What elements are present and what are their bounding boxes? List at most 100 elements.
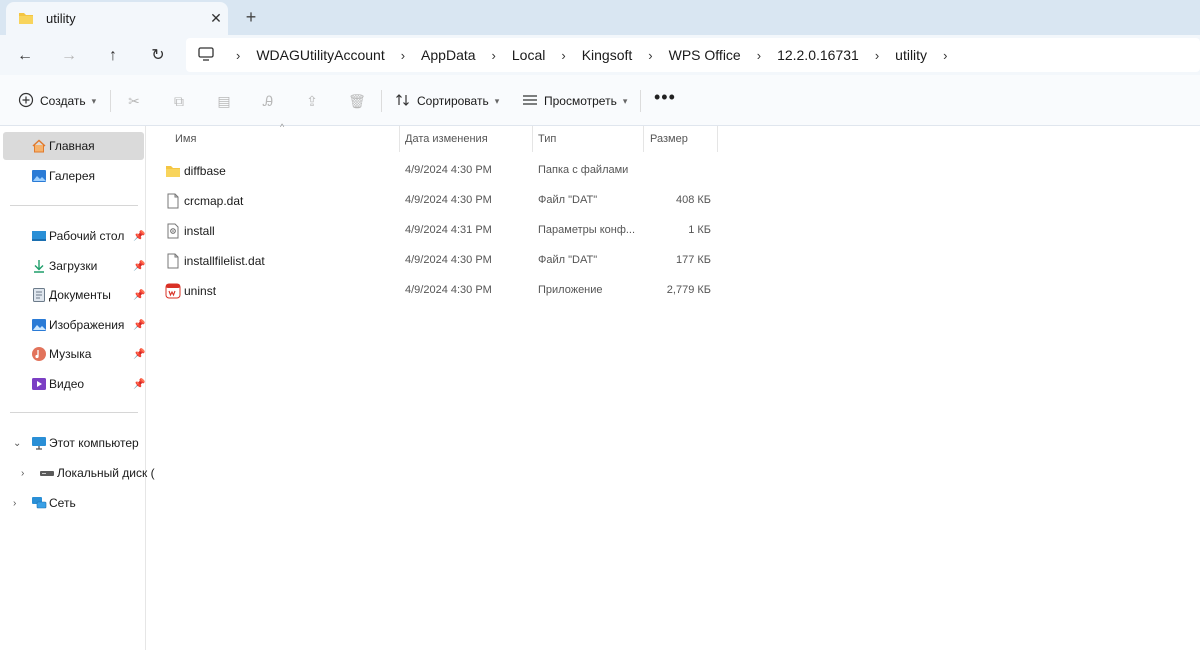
divider [381,90,382,112]
pin-icon[interactable]: 📌 [133,231,145,242]
sidebar-item-local-disk[interactable]: › Локальный диск ( [3,459,155,487]
column-header-type[interactable]: Тип [538,126,556,152]
pin-icon[interactable]: 📌 [133,290,145,301]
breadcrumb-item[interactable]: WPS Office [667,47,743,63]
cut-icon[interactable]: ✂ [122,89,146,113]
sidebar-item-label: Локальный диск ( [57,466,155,480]
file-row[interactable]: uninst 4/9/2024 4:30 PM Приложение 2,779… [163,276,718,306]
view-button[interactable]: Просмотреть ▾ [522,89,627,113]
home-icon [31,138,47,154]
breadcrumb-item[interactable]: AppData [419,47,477,63]
pictures-icon [31,317,47,333]
sidebar-item-music[interactable]: Музыка 📌 [3,340,145,368]
column-divider[interactable] [643,126,644,152]
breadcrumb-separator[interactable]: › [929,48,961,63]
chevron-right-icon[interactable]: › [13,498,16,509]
sort-ascending-icon: ^ [280,122,285,132]
copy-icon[interactable]: ⧉ [167,89,191,113]
chevron-right-icon[interactable]: › [21,468,24,479]
column-divider[interactable] [532,126,533,152]
forward-button[interactable]: → [56,43,82,69]
sidebar-item-desktop[interactable]: Рабочий стол 📌 [3,222,145,250]
chevron-down-icon: ▾ [91,95,97,106]
sidebar-item-label: Этот компьютер [49,436,139,450]
file-date: 4/9/2024 4:30 PM [405,254,492,266]
file-size: 177 КБ [675,254,711,266]
column-header-name[interactable]: Имя [175,126,196,152]
share-icon[interactable]: ⇪ [300,89,324,113]
delete-icon[interactable]: 🗑 [345,89,369,113]
file-row[interactable]: diffbase 4/9/2024 4:30 PM Папка с файлам… [163,156,718,186]
sidebar-item-gallery[interactable]: Галерея [3,162,144,190]
file-list: ^ Имя Дата изменения Тип Размер diffbase… [147,122,1200,650]
pin-icon[interactable]: 📌 [133,379,145,390]
sidebar-item-this-pc[interactable]: ⌄ Этот компьютер [3,429,144,457]
pin-icon[interactable]: 📌 [133,320,145,331]
sort-icon [395,92,411,111]
more-options-button[interactable]: ••• [654,87,676,108]
breadcrumb-separator[interactable]: › [743,48,775,63]
file-type: Папка с файлами [538,164,629,176]
column-header-date[interactable]: Дата изменения [405,126,488,152]
sidebar-item-network[interactable]: › Сеть [3,489,144,517]
breadcrumb-item[interactable]: 12.2.0.16731 [775,47,861,63]
file-row[interactable]: install 4/9/2024 4:31 PM Параметры конф.… [163,216,718,246]
breadcrumb-item[interactable]: utility [893,47,929,63]
file-date: 4/9/2024 4:30 PM [405,284,492,296]
sidebar-item-pictures[interactable]: Изображения 📌 [3,311,145,339]
folder-icon [18,11,34,28]
breadcrumb-separator[interactable]: › [547,48,579,63]
address-bar[interactable]: › WDAGUtilityAccount › AppData › Local ›… [186,38,1200,72]
tab-title: utility [46,11,76,26]
sidebar-item-label: Сеть [49,496,76,510]
network-icon [31,495,47,511]
file-row[interactable]: crcmap.dat 4/9/2024 4:30 PM Файл "DAT" 4… [163,186,718,216]
sidebar-item-documents[interactable]: Документы 📌 [3,281,145,309]
paste-icon[interactable]: ▤ [212,89,236,113]
sidebar-item-downloads[interactable]: Загрузки 📌 [3,252,145,280]
breadcrumb-item[interactable]: WDAGUtilityAccount [254,47,386,63]
file-name: crcmap.dat [184,194,244,208]
sidebar-item-videos[interactable]: Видео 📌 [3,370,145,398]
breadcrumb-separator[interactable]: › [387,48,419,63]
sidebar-item-label: Загрузки [49,259,98,273]
tab-utility[interactable]: utility ✕ [6,2,228,35]
computer-icon[interactable] [198,46,214,64]
sort-button[interactable]: Сортировать ▾ [395,89,499,113]
up-button[interactable]: ↑ [100,43,126,69]
pin-icon[interactable]: 📌 [133,349,145,360]
breadcrumb-separator[interactable]: › [634,48,666,63]
breadcrumb-item[interactable]: Local [510,47,547,63]
column-header-size[interactable]: Размер [650,126,688,152]
pin-icon[interactable]: 📌 [133,261,145,272]
chevron-down-icon: ▾ [622,95,628,106]
file-icon [165,193,181,209]
folder-icon [165,163,181,179]
sidebar-item-home[interactable]: Главная [3,132,144,160]
close-tab-icon[interactable]: ✕ [206,8,226,28]
column-divider[interactable] [717,126,718,152]
breadcrumb-separator[interactable]: › [861,48,893,63]
file-size: 408 КБ [675,194,711,206]
config-file-icon [165,223,181,239]
sidebar-item-label: Изображения [49,318,125,332]
file-row[interactable]: installfilelist.dat 4/9/2024 4:30 PM Фай… [163,246,718,276]
file-name: installfilelist.dat [184,254,265,268]
navigation-pane: Главная Галерея Рабочий стол 📌 Загрузки … [0,126,155,650]
refresh-button[interactable]: ↻ [145,43,171,69]
video-icon [31,376,47,392]
desktop-icon [31,228,47,244]
file-date: 4/9/2024 4:30 PM [405,164,492,176]
new-button[interactable]: Создать ▾ [18,89,96,113]
rename-icon[interactable]: Ꭿ [256,89,280,113]
tab-strip: utility ✕ + [0,0,1200,35]
column-divider[interactable] [399,126,400,152]
breadcrumb-separator[interactable]: › [478,48,510,63]
back-button[interactable]: ← [12,43,38,69]
chevron-down-icon[interactable]: ⌄ [13,438,21,449]
gallery-icon [31,168,47,184]
breadcrumb-item[interactable]: Kingsoft [580,47,635,63]
new-tab-button[interactable]: + [240,6,262,28]
file-name: uninst [184,284,217,298]
breadcrumb-separator[interactable]: › [222,48,254,63]
